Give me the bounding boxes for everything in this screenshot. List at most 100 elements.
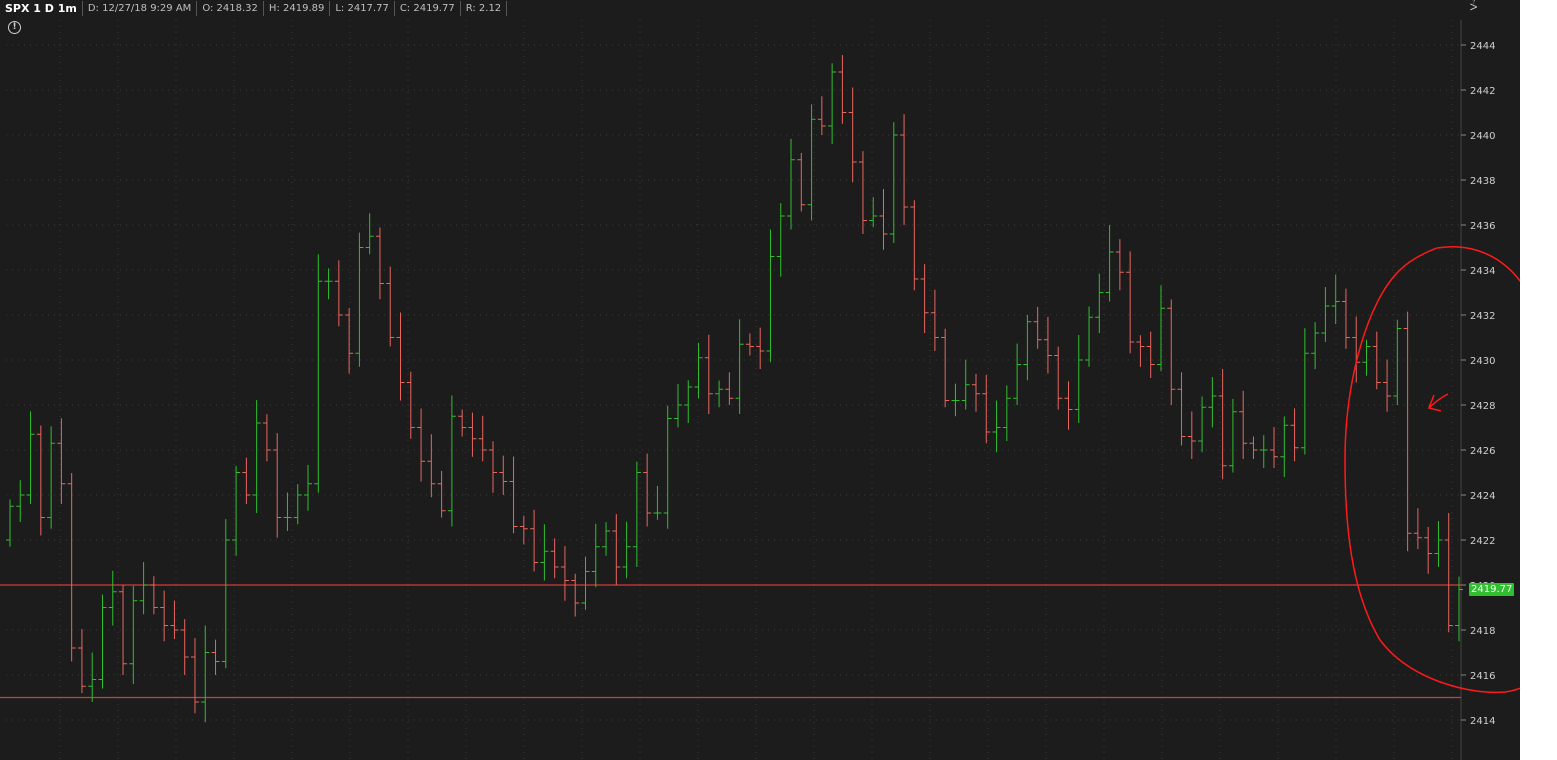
ohlc-bar <box>1218 369 1227 480</box>
ohlc-plot: 2414241624182420242224242426242824302432… <box>0 20 1520 760</box>
ohlc-bar <box>889 122 898 243</box>
ohlc-bar <box>1105 225 1114 302</box>
ohlc-bar <box>766 229 775 363</box>
ohlc-bar <box>776 203 785 277</box>
ohlc-bar <box>1095 273 1104 333</box>
ohlc-bar <box>920 264 929 333</box>
ohlc-bar <box>1156 285 1165 372</box>
ohlc-bar <box>1043 316 1052 374</box>
ohlc-bar <box>1362 339 1371 376</box>
ohlc-bar <box>725 372 734 405</box>
ohlc-bar <box>1249 436 1258 459</box>
ohlc-bar <box>283 492 292 531</box>
ohlc-bar <box>170 600 179 639</box>
ohlc-bar <box>88 652 97 702</box>
ohlc-bar <box>838 55 847 124</box>
ohlc-bar <box>499 455 508 495</box>
ohlc-bar <box>848 87 857 183</box>
ohlc-bar <box>992 400 1001 453</box>
ohlc-bar <box>57 418 66 504</box>
ohlc-bar <box>828 63 837 144</box>
ohlc-bar <box>930 289 939 351</box>
ohlc-bar <box>1002 385 1011 441</box>
tick-label: 2434 <box>1470 266 1495 277</box>
ohlc-bar <box>519 515 528 545</box>
ohlc-bar <box>478 415 487 462</box>
ohlc-bar <box>1177 372 1186 446</box>
ohlc-bar <box>149 576 158 615</box>
tick-label: 2416 <box>1470 671 1495 682</box>
ohlc-bar <box>1115 239 1124 291</box>
level-lines <box>0 584 1461 699</box>
tick-label: 2432 <box>1470 311 1495 322</box>
ohlc-bar <box>530 509 539 572</box>
ohlc-bar <box>417 408 426 482</box>
ohlc-bar <box>961 359 970 410</box>
ohlc-bar <box>643 453 652 527</box>
ohlc-bar <box>1239 390 1248 459</box>
ohlc-bar <box>190 638 199 714</box>
tick-label: 2414 <box>1470 716 1495 727</box>
ohlc-bar <box>550 538 559 579</box>
tick-label: 2430 <box>1470 356 1495 367</box>
ohlc-bar <box>242 457 251 504</box>
ohlc-bar <box>211 639 220 675</box>
ohlc-bar <box>1331 274 1340 324</box>
ohlc-bar <box>139 562 148 615</box>
ohlc-bar <box>1393 319 1402 405</box>
ohlc-bar <box>663 405 672 529</box>
ohlc-bar <box>735 319 744 414</box>
ohlc-bar <box>591 523 600 588</box>
ohlc-bar <box>355 232 364 367</box>
ohlc-bar <box>571 573 580 617</box>
ohlc-bar <box>673 384 682 428</box>
tick-label: 2428 <box>1470 401 1495 412</box>
ohlc-bar <box>1033 306 1042 349</box>
tick-label: 2438 <box>1470 176 1495 187</box>
ohlc-bar <box>77 629 86 693</box>
ohlc-bar <box>1424 526 1433 574</box>
tick-label: 2422 <box>1470 536 1495 547</box>
ohlc-bar <box>704 334 713 414</box>
price-axis: 2414241624182420242224242426242824302432… <box>1461 41 1495 727</box>
ohlc-bar <box>67 472 76 662</box>
annotation-arrow <box>1427 393 1449 412</box>
ohlc-bar <box>201 625 210 723</box>
ohlc-bar <box>386 266 395 347</box>
tick-label: 2440 <box>1470 131 1495 142</box>
ohlc-bar <box>858 151 867 234</box>
ohlc-bar <box>180 619 189 675</box>
ohlc-bar <box>16 480 25 522</box>
ohlc-bar <box>1321 287 1330 342</box>
ohlc-bars <box>6 55 1463 723</box>
ohlc-bar <box>1455 576 1463 642</box>
ohlc-bar <box>1198 396 1207 453</box>
ohlc-bar <box>817 96 826 135</box>
ohlc-bar <box>160 590 169 642</box>
ohlc-bar <box>869 197 878 228</box>
tick-label: 2442 <box>1470 86 1495 97</box>
ohlc-bar <box>1054 346 1063 410</box>
ohlc-bar <box>900 114 909 225</box>
ohlc-bar <box>468 412 477 457</box>
ohlc-bar <box>252 400 261 513</box>
ohlc-bar <box>1187 411 1196 459</box>
ohlc-bar <box>581 556 590 610</box>
ohlc-bar <box>540 524 549 581</box>
ohlc-bar <box>879 189 888 250</box>
ohlc-bar <box>982 374 991 444</box>
ohlc-bar <box>47 426 56 529</box>
ohlc-bar <box>1074 335 1083 423</box>
ohlc-bar <box>304 464 313 511</box>
ohlc-bar <box>1300 328 1309 455</box>
ohlc-bar <box>756 327 765 369</box>
ohlc-bar <box>1413 508 1422 549</box>
ohlc-bar <box>612 514 621 585</box>
grid <box>6 20 1461 760</box>
ohlc-bar <box>314 254 323 493</box>
ohlc-bar <box>26 411 35 504</box>
ohlc-bar <box>1311 322 1320 369</box>
ohlc-bar <box>396 312 405 401</box>
ohlc-bar <box>632 461 641 567</box>
ohlc-bar <box>1208 377 1217 428</box>
